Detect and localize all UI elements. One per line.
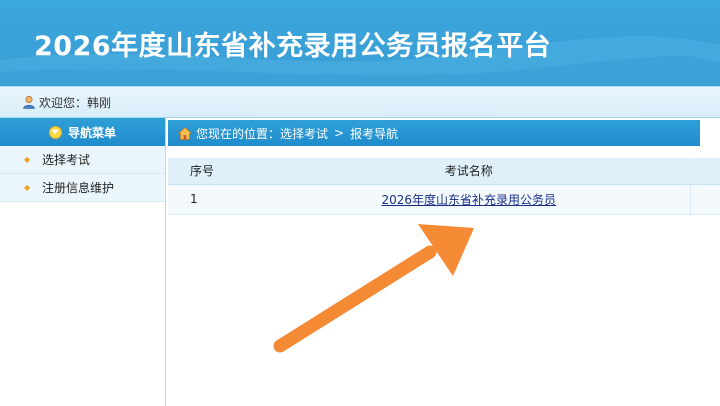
row-no: 1 (168, 184, 234, 215)
welcome-bar: 欢迎您：韩刚 (0, 86, 720, 118)
page-title: 2026年度山东省补充录用公务员报名平台 (34, 31, 552, 62)
sidebar-item-select-exam[interactable]: ◆ 选择考试 (0, 146, 165, 174)
breadcrumb-item-select-exam[interactable]: 选择考试 (280, 125, 328, 142)
annotation-arrow (273, 224, 474, 353)
exam-link[interactable]: 2026年度山东省补充录用公务员 (381, 193, 556, 207)
breadcrumb-separator: > (334, 126, 345, 140)
column-end (689, 158, 720, 185)
welcome-text: 欢迎您：韩刚 (39, 95, 112, 110)
row-spacer (234, 184, 248, 215)
breadcrumb-item-exam-guide: 报考导航 (350, 126, 399, 141)
bullet-icon: ◆ (24, 155, 31, 164)
chevron-down-icon[interactable] (48, 125, 62, 139)
bullet-icon: ◆ (24, 183, 31, 192)
sidebar-item-registration-info[interactable]: ◆ 注册信息维护 (0, 174, 165, 202)
sidebar: 导航菜单 ◆ 选择考试 ◆ 注册信息维护 (0, 118, 166, 406)
column-spacer (234, 158, 248, 185)
sidebar-item-label: 注册信息维护 (42, 181, 115, 195)
home-icon (178, 126, 192, 140)
sidebar-item-label: 选择考试 (42, 153, 91, 167)
table-header-row: 序号 考试名称 (168, 158, 720, 185)
column-header-no: 序号 (168, 158, 234, 185)
user-icon (23, 95, 35, 109)
breadcrumb-prefix: 您现在的位置： (196, 126, 281, 141)
sidebar-header[interactable]: 导航菜单 (0, 118, 165, 146)
row-end (689, 184, 720, 215)
table-row: 1 2026年度山东省补充录用公务员 (168, 184, 720, 215)
breadcrumb: 您现在的位置： 选择考试 > 报考导航 (168, 120, 700, 146)
column-header-exam-name: 考试名称 (248, 158, 690, 185)
row-exam-name: 2026年度山东省补充录用公务员 (248, 184, 690, 215)
sidebar-title: 导航菜单 (67, 125, 116, 140)
header-banner: 2026年度山东省补充录用公务员报名平台 (0, 0, 720, 86)
exam-table: 序号 考试名称 1 2026年度山东省补充录用公务员 (168, 158, 720, 215)
